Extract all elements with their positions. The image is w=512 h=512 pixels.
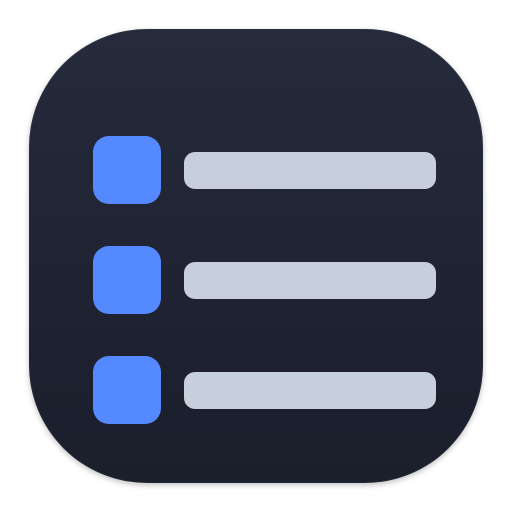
list-app-icon — [29, 29, 483, 483]
text-line-icon — [184, 372, 436, 409]
square-bullet-icon — [93, 246, 161, 314]
list-row — [29, 246, 483, 314]
list-row — [29, 356, 483, 424]
text-line-icon — [184, 152, 436, 189]
text-line-icon — [184, 262, 436, 299]
canvas — [0, 0, 512, 512]
square-bullet-icon — [93, 136, 161, 204]
square-bullet-icon — [93, 356, 161, 424]
list-row — [29, 136, 483, 204]
